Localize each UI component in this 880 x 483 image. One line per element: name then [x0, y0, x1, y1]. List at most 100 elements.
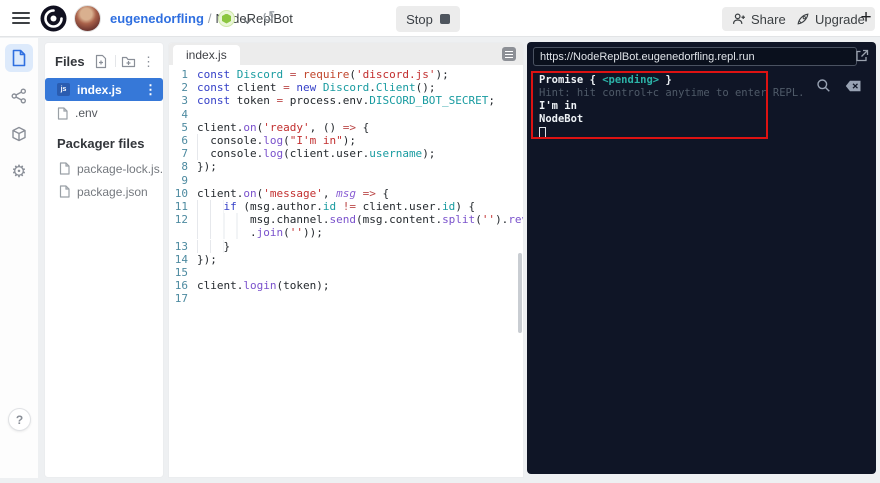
top-bar: eugenedorfling / NodeReplBot ↺ Stop Share … — [0, 0, 880, 37]
add-folder-icon[interactable] — [121, 53, 137, 69]
code-token: send — [329, 213, 356, 227]
console-line — [539, 126, 833, 139]
code-text: client.on('ready', () => { — [197, 121, 369, 134]
console-output[interactable]: Promise { <pending> } Hint: hit control+c… — [533, 74, 833, 139]
file-name: index.js — [77, 82, 122, 97]
code-token: const — [197, 81, 231, 95]
code-token: Client — [375, 81, 416, 95]
code-token: }); — [197, 252, 217, 266]
code-token: client.user. — [355, 200, 443, 214]
code-token: => — [342, 120, 356, 134]
code-editor[interactable]: 1 const Discord = require('discord.js'); 2… — [169, 65, 523, 476]
console-text: I'm in — [539, 100, 577, 112]
code-line: 17 — [169, 292, 523, 305]
add-file-icon[interactable] — [94, 53, 110, 69]
code-token: new — [296, 81, 317, 95]
code-line: 15 — [169, 266, 523, 279]
files-panel-title: Files — [55, 53, 85, 69]
file-item-env[interactable]: .env — [45, 102, 163, 124]
code-line: 8}); — [169, 160, 523, 173]
files-panel: Files ⋮ js index.js ⋮ .env Packager files p… — [44, 42, 164, 478]
version-control-rail-icon[interactable] — [5, 82, 33, 110]
code-token: (client.user. — [283, 147, 370, 161]
files-rail-icon[interactable] — [5, 44, 33, 72]
code-text: console.log(client.user.username); — [197, 147, 436, 161]
packager-files-title: Packager files — [57, 136, 145, 151]
code-token: client. — [197, 186, 244, 200]
code-token: )); — [302, 226, 323, 240]
code-token: join — [256, 226, 284, 240]
code-token: process.env. — [283, 94, 370, 108]
stop-button[interactable]: Stop — [396, 6, 460, 32]
console-search-icon[interactable] — [816, 78, 831, 98]
tab-index-js[interactable]: index.js — [173, 45, 240, 65]
files-kebab-menu-icon[interactable]: ⋮ — [142, 55, 155, 68]
code-token: }); — [197, 160, 217, 174]
console-text: } — [659, 74, 672, 86]
code-token: (msg.author. — [236, 200, 323, 214]
code-token: client — [230, 81, 284, 95]
editor-menu-icon[interactable] — [502, 47, 516, 61]
file-item-indexjs[interactable]: js index.js ⋮ — [45, 78, 163, 101]
console-clear-icon[interactable] — [845, 79, 862, 97]
settings-rail-icon[interactable]: ⚙ — [5, 158, 33, 186]
code-token: reverse — [508, 213, 523, 227]
code-token: const — [197, 94, 231, 108]
replit-logo-icon[interactable] — [40, 5, 67, 32]
repl-url-input[interactable] — [533, 47, 857, 66]
code-token: '' — [481, 213, 496, 227]
editor-panel: index.js 1 const Discord = require('disco… — [168, 42, 524, 478]
help-button[interactable]: ? — [8, 408, 31, 431]
code-token: if — [223, 200, 237, 214]
packager-file-item[interactable]: package.json — [45, 180, 163, 203]
code-text: }); — [197, 253, 217, 266]
packager-file-item[interactable]: package-lock.js... — [45, 157, 163, 180]
history-icon[interactable]: ↺ — [262, 7, 275, 27]
code-token: console. — [210, 147, 264, 161]
breadcrumb-username[interactable]: eugenedorfling — [110, 11, 204, 26]
rocket-icon — [797, 13, 809, 25]
code-token: { — [355, 120, 370, 134]
new-repl-button[interactable]: + — [854, 5, 878, 31]
files-list: js index.js ⋮ .env — [45, 78, 163, 124]
code-token: '' — [289, 226, 303, 240]
code-token: ); — [422, 147, 436, 161]
line-number: 4 — [181, 107, 188, 121]
editor-scrollbar[interactable] — [518, 253, 522, 333]
code-line: 5 client.on('ready', () => { — [169, 121, 523, 134]
code-line: 12 msg.channel.send(msg.content.split(''… — [169, 213, 523, 227]
line-number: 11 — [174, 200, 188, 214]
code-line: 14}); — [169, 253, 523, 266]
line-number: 14 — [174, 252, 188, 266]
code-token: console. — [210, 134, 264, 148]
console-line: NodeBot — [539, 113, 833, 126]
code-token: . — [249, 226, 257, 240]
line-number: 7 — [181, 147, 188, 161]
indent-guide — [197, 147, 211, 161]
share-person-icon — [732, 13, 745, 24]
code-token: 'discord.js' — [355, 68, 436, 81]
open-external-icon[interactable] — [854, 48, 870, 64]
code-token: login — [243, 279, 277, 293]
packages-rail-icon[interactable] — [5, 120, 33, 148]
file-kebab-menu-icon[interactable]: ⋮ — [144, 83, 157, 96]
file-name: package-lock.js... — [77, 161, 163, 176]
user-avatar[interactable] — [74, 5, 101, 32]
stop-label: Stop — [406, 11, 433, 27]
code-token: const — [197, 68, 231, 81]
code-token: username — [369, 147, 423, 161]
hamburger-menu-icon[interactable] — [12, 12, 30, 25]
packager-files-list: package-lock.js... package.json — [45, 157, 163, 203]
code-token: ) { — [455, 200, 476, 214]
line-number: 17 — [174, 292, 188, 306]
chevron-down-icon[interactable] — [243, 14, 252, 23]
code-token: id — [442, 200, 456, 214]
code-line: 4 — [169, 108, 523, 121]
share-button[interactable]: Share — [722, 7, 796, 31]
code-line: 16 client.login(token); — [169, 279, 523, 292]
code-token: ( — [475, 213, 482, 227]
code-line: 2 const client = new Discord.Client(); — [169, 81, 523, 94]
console-line: I'm in — [539, 100, 833, 113]
